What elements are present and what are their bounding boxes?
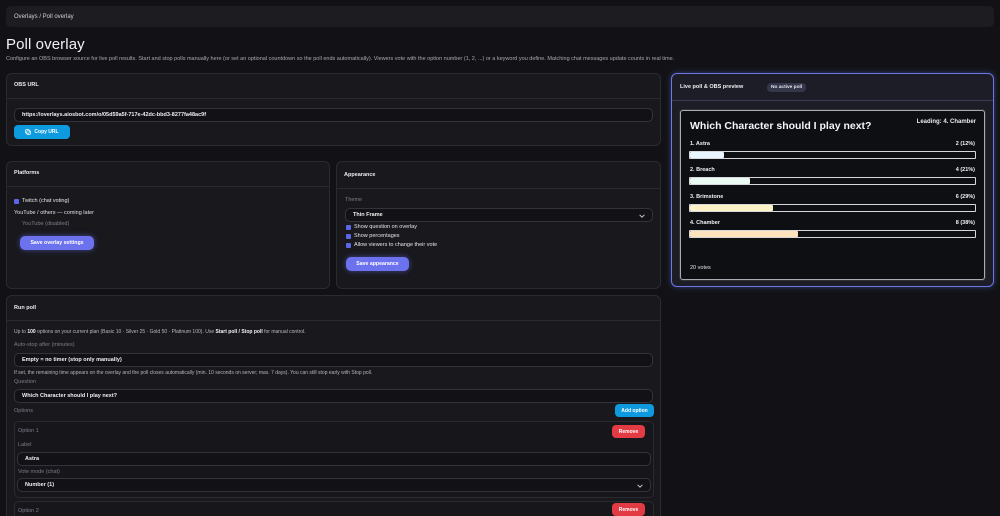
run-poll-card: Run poll Up to 100 options on your curre… xyxy=(6,295,661,516)
appearance-title: Appearance xyxy=(344,172,376,178)
option-card: Option 2 Remove xyxy=(14,501,654,516)
breadcrumb: Overlays / Poll overlay xyxy=(6,6,994,27)
twitch-checkbox[interactable] xyxy=(14,199,19,204)
question-label: Question xyxy=(14,379,37,385)
copy-url-button[interactable]: Copy URL xyxy=(14,125,70,139)
remove-option-button[interactable]: Remove xyxy=(612,503,645,516)
poll-option-result: 8 (38%) xyxy=(955,220,975,226)
poll-option-name: 2. Breach xyxy=(690,167,715,173)
poll-option-bar xyxy=(689,151,976,159)
youtube-note: YouTube / others — coming later xyxy=(14,210,94,216)
theme-select[interactable]: Thin Frame xyxy=(345,208,653,222)
obs-url-field[interactable]: https://overlays.aiosbot.com/o/05d59a5f-… xyxy=(14,108,653,122)
question-input[interactable]: Which Character should I play next? xyxy=(14,389,653,403)
platforms-card: Platforms Twitch (chat voting) YouTube /… xyxy=(6,161,330,289)
copy-url-label: Copy URL xyxy=(34,129,59,135)
poll-option-bar-fill xyxy=(690,178,750,184)
option-label-input[interactable]: Astra xyxy=(17,452,651,466)
poll-option-result: 6 (29%) xyxy=(955,194,975,200)
poll-total-votes: 20 votes xyxy=(690,265,711,271)
remove-option-button[interactable]: Remove xyxy=(612,425,645,438)
poll-option-result: 2 (12%) xyxy=(955,141,975,147)
allow-change-vote-checkbox[interactable] xyxy=(346,243,351,248)
youtube-disabled-label: YouTube (disabled) xyxy=(22,221,70,227)
poll-option-name: 1. Astra xyxy=(690,141,710,147)
allow-change-vote-label: Allow viewers to change their vote xyxy=(354,242,438,248)
preview-title: Live poll & OBS preview xyxy=(680,84,744,90)
poll-option-bar xyxy=(689,230,976,238)
vote-mode-select[interactable]: Number (1) xyxy=(17,478,651,492)
save-appearance-button[interactable]: Save appearance xyxy=(346,257,409,271)
label-caption: Label xyxy=(18,442,32,448)
twitch-label: Twitch (chat voting) xyxy=(22,198,70,204)
poll-question: Which Character should I play next? xyxy=(690,120,872,132)
poll-option-bar-fill xyxy=(690,205,773,211)
page-title: Poll overlay xyxy=(6,36,85,53)
divider xyxy=(7,320,660,321)
divider xyxy=(7,98,660,99)
show-question-checkbox[interactable] xyxy=(346,225,351,230)
appearance-card: Appearance Theme Thin Frame Show questio… xyxy=(336,161,661,289)
poll-option-result: 4 (21%) xyxy=(955,167,975,173)
theme-value: Thin Frame xyxy=(353,212,383,218)
poll-option-bar xyxy=(689,204,976,212)
poll-option-name: 3. Brimstone xyxy=(690,194,724,200)
run-poll-title: Run poll xyxy=(14,305,36,311)
show-percentages-label: Show percentages xyxy=(354,233,400,239)
options-label: Options xyxy=(14,408,33,414)
poll-option-bar-fill xyxy=(690,231,799,237)
plan-info: Up to 100 options on your current plan (… xyxy=(14,329,306,335)
add-option-button[interactable]: Add option xyxy=(615,404,654,417)
poll-option-bar-fill xyxy=(690,152,725,158)
theme-label: Theme xyxy=(345,197,363,203)
vote-mode-value: Number (1) xyxy=(25,482,55,488)
poll-leading: Leading: 4. Chamber xyxy=(916,119,976,125)
save-overlay-settings-button[interactable]: Save overlay settings xyxy=(20,236,94,250)
obs-url-card: OBS URL https://overlays.aiosbot.com/o/0… xyxy=(6,73,661,146)
option-card: Option 1 Remove Label Astra Vote mode (c… xyxy=(14,421,654,498)
chevron-down-icon xyxy=(637,484,643,488)
poll-overlay-preview: Which Character should I play next? Lead… xyxy=(680,110,985,280)
poll-option-bar xyxy=(689,177,976,185)
vote-mode-caption: Vote mode (chat) xyxy=(18,469,60,475)
poll-option-name: 4. Chamber xyxy=(690,220,720,226)
chevron-down-icon xyxy=(639,214,645,218)
divider xyxy=(337,188,660,189)
option-heading: Option 2 xyxy=(18,508,39,514)
platforms-title: Platforms xyxy=(14,170,40,176)
auto-stop-label: Auto-stop after (minutes) xyxy=(14,342,75,348)
auto-stop-help: If set, the remaining time appears on th… xyxy=(14,370,373,376)
page-description: Configure an OBS browser source for live… xyxy=(6,56,675,62)
preview-header: Live poll & OBS preview No active poll xyxy=(672,74,993,101)
show-question-label: Show question on overlay xyxy=(354,224,417,230)
copy-icon xyxy=(25,129,32,135)
status-badge: No active poll xyxy=(767,83,807,92)
option-heading: Option 1 xyxy=(18,428,39,434)
divider xyxy=(7,186,329,187)
show-percentages-checkbox[interactable] xyxy=(346,234,351,239)
obs-url-title: OBS URL xyxy=(14,82,39,88)
breadcrumb-text: Overlays / Poll overlay xyxy=(14,13,74,20)
auto-stop-input[interactable]: Empty = no timer (stop only manually) xyxy=(14,353,653,367)
